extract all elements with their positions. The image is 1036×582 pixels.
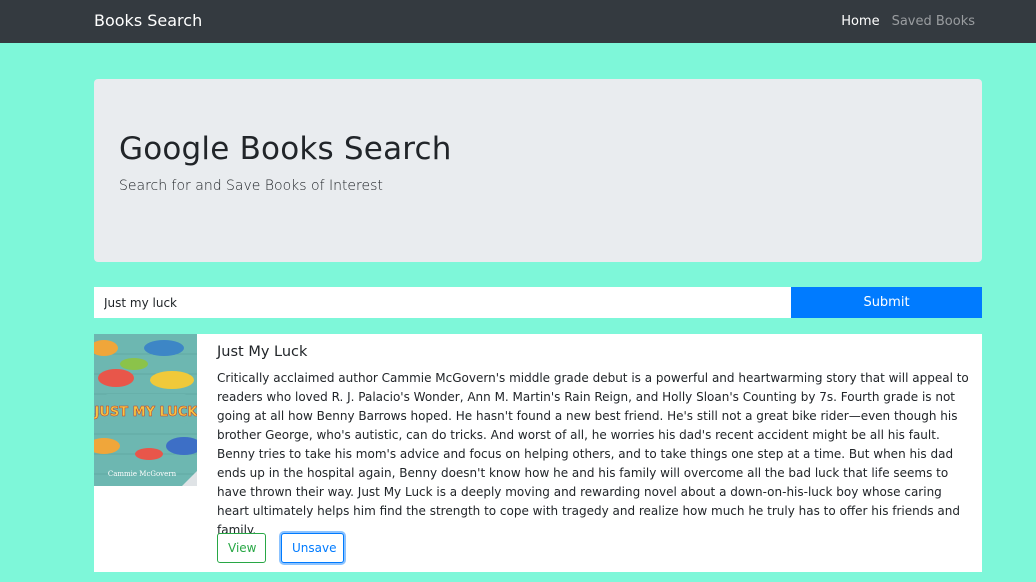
nav-links: Home Saved Books [841,14,975,29]
search-input[interactable] [94,287,791,318]
hero-jumbotron: Google Books Search Search for and Save … [94,79,982,262]
top-navbar: Books Search Home Saved Books [0,0,1036,43]
page-subtitle: Search for and Save Books of Interest [119,178,383,194]
book-title: Just My Luck [217,344,308,360]
search-form: Submit [94,287,982,318]
unsave-button[interactable]: Unsave [281,533,344,563]
book-result-card: JUST MY LUCK Cammie McGovern Just My Luc… [94,334,982,572]
page-title: Google Books Search [119,131,452,167]
nav-home-link[interactable]: Home [841,14,879,29]
submit-button[interactable]: Submit [791,287,982,318]
book-cover-image: JUST MY LUCK Cammie McGovern [94,334,197,486]
brand-link[interactable]: Books Search [94,11,202,30]
view-button[interactable]: View [217,533,266,563]
book-actions: View Unsave [217,533,344,563]
cover-title-lettering: JUST MY LUCK [94,405,197,420]
cover-author-lettering: Cammie McGovern [108,470,177,478]
nav-saved-books-link[interactable]: Saved Books [892,14,975,29]
book-description: Critically acclaimed author Cammie McGov… [217,371,969,537]
